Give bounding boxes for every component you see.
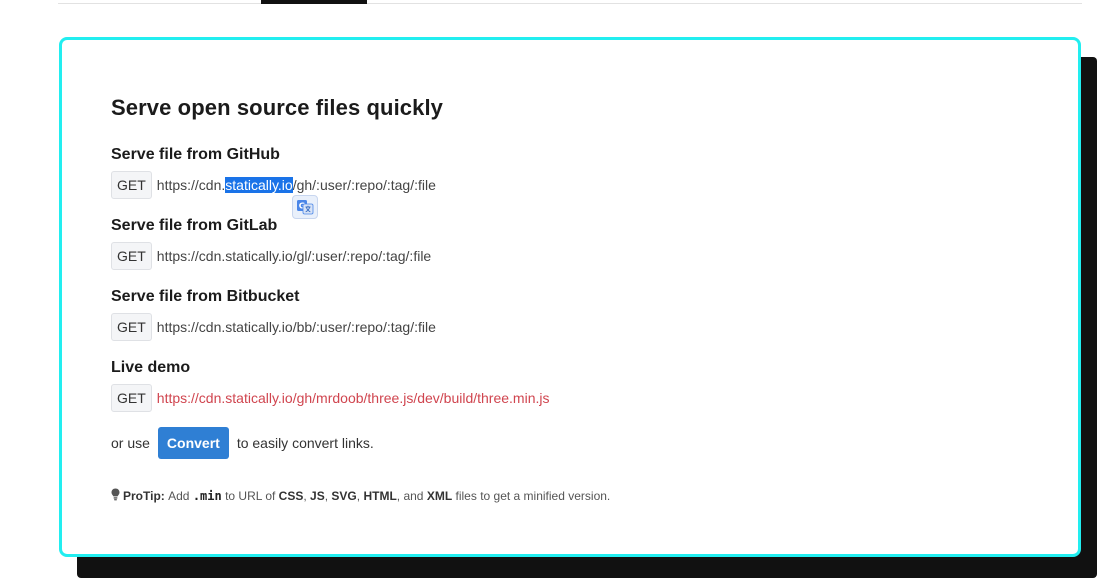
file-type: CSS	[278, 489, 304, 503]
protip-code: .min	[192, 489, 222, 503]
section-heading: Serve file from Bitbucket	[111, 288, 300, 305]
http-method-badge: GET	[111, 313, 152, 341]
convert-button[interactable]: Convert	[157, 427, 229, 459]
file-type: SVG	[331, 489, 357, 503]
protip-text: to URL of	[225, 489, 276, 503]
protip-text: ,	[303, 489, 307, 503]
endpoint-row: GET https://cdn.statically.io/gl/:user/:…	[111, 242, 431, 270]
demo-link[interactable]: https://cdn.statically.io/gh/mrdoob/thre…	[157, 390, 550, 406]
section-heading: Serve file from GitHub	[111, 146, 280, 163]
protip-text: ,	[324, 489, 329, 503]
file-type: XML	[426, 489, 453, 503]
section-live-demo: Live demo GET https://cdn.statically.io/…	[111, 358, 550, 412]
serve-files-card: Serve open source files quickly Serve fi…	[59, 37, 1081, 557]
top-divider	[58, 3, 1082, 4]
file-type: JS	[310, 489, 325, 503]
endpoint-url[interactable]: https://cdn.statically.io/gh/:user/:repo…	[157, 177, 436, 193]
http-method-badge: GET	[111, 384, 152, 412]
selected-text[interactable]: statically.io	[225, 177, 293, 193]
card-title: Serve open source files quickly	[111, 95, 444, 120]
url-part: /gh/:user/:repo/:tag/:file	[292, 177, 436, 193]
protip-text: Add	[168, 489, 190, 503]
endpoint-row: GET https://cdn.statically.io/gh/mrdoob/…	[111, 384, 550, 412]
convert-row: or use Convert to easily convert links.	[111, 427, 374, 459]
section-heading: Serve file from GitLab	[111, 217, 278, 234]
section-gitlab: Serve file from GitLab GET https://cdn.s…	[111, 216, 431, 270]
protip-text: ,	[356, 489, 361, 503]
http-method-badge: GET	[111, 171, 152, 199]
endpoint-row: GET https://cdn.statically.io/bb/:user/:…	[111, 313, 436, 341]
url-part: https://cdn.	[156, 177, 226, 193]
protip-text: files to get a minified version.	[455, 489, 611, 503]
section-github: Serve file from GitHub GET https://cdn.s…	[111, 145, 436, 199]
section-bitbucket: Serve file from Bitbucket GET https://cd…	[111, 287, 436, 341]
section-heading: Live demo	[111, 359, 191, 376]
endpoint-url: https://cdn.statically.io/bb/:user/:repo…	[156, 319, 436, 335]
convert-suffix: to easily convert links.	[236, 435, 374, 451]
active-tab-indicator	[261, 0, 367, 4]
protip-label: ProTip:	[123, 489, 165, 503]
protip-text: , and	[396, 489, 424, 503]
endpoint-url: https://cdn.statically.io/gl/:user/:repo…	[156, 248, 432, 264]
google-translate-icon[interactable]: G	[292, 195, 318, 219]
endpoint-row: GET https://cdn.statically.io/gh/:user/:…	[111, 171, 436, 199]
convert-prefix: or use	[111, 435, 150, 451]
lightbulb-icon	[111, 488, 120, 504]
file-type: HTML	[363, 489, 397, 503]
http-method-badge: GET	[111, 242, 152, 270]
protip: ProTip: Add .min to URL of CSS, JS, SVG,…	[111, 488, 610, 504]
